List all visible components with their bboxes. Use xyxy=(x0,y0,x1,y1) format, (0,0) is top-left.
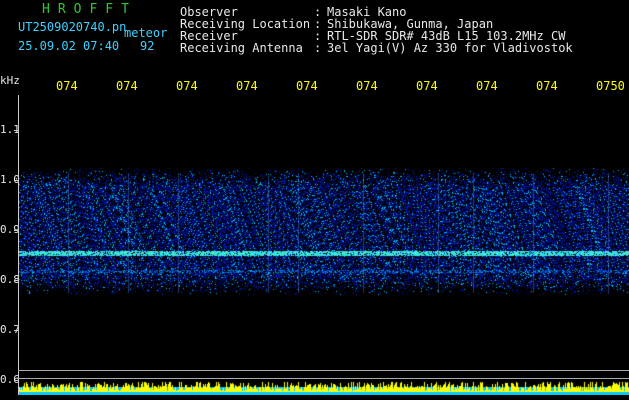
time-tick-label: 074 xyxy=(416,79,438,93)
datetime: 25.09.02 07:40 xyxy=(18,39,120,53)
freq-unit: kHz xyxy=(0,74,20,87)
detection-type: meteor xyxy=(124,26,168,40)
time-tick-label: 074 xyxy=(56,79,78,93)
colon: : xyxy=(314,41,322,55)
filename: UT2509020740.pn xyxy=(18,20,127,34)
count: 92 xyxy=(140,39,155,53)
antenna-label: Receiving Antenna xyxy=(180,41,303,55)
reference-line xyxy=(18,378,629,379)
time-tick-label: 074 xyxy=(356,79,378,93)
reference-line xyxy=(18,370,629,371)
time-tick-label: 074 xyxy=(536,79,558,93)
y-axis-line xyxy=(18,95,19,395)
time-tick-label: 074 xyxy=(116,79,138,93)
app-title: HROFFT xyxy=(42,2,137,17)
time-tick-label: 074 xyxy=(176,79,198,93)
time-tick-label: 074 xyxy=(296,79,318,93)
time-tick-label: 074 xyxy=(476,79,498,93)
antenna-value: 3el Yagi(V) Az 330 for Vladivostok xyxy=(327,41,573,55)
time-tick-label: 0750 xyxy=(596,79,625,93)
spectrogram xyxy=(18,95,629,395)
time-tick-label: 074 xyxy=(236,79,258,93)
